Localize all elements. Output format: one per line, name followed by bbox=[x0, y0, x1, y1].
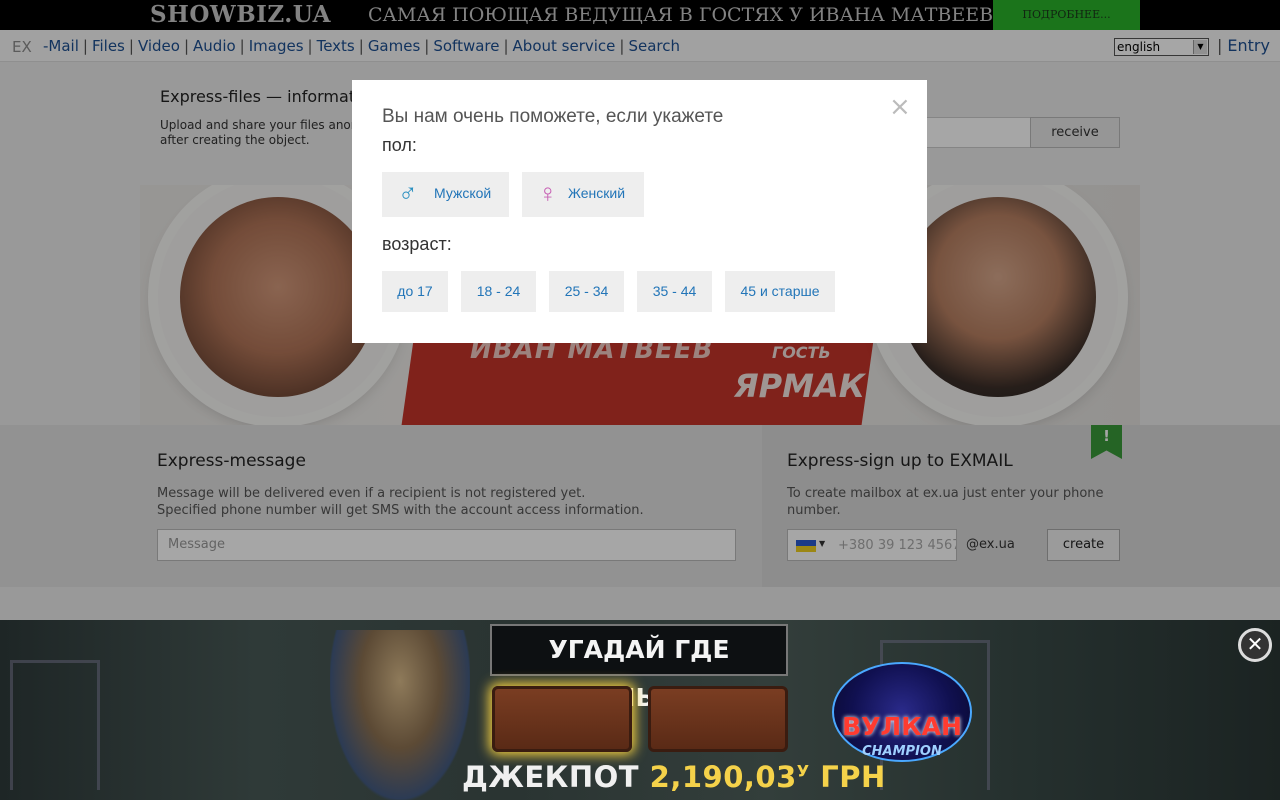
age-label: возраст: bbox=[382, 234, 452, 254]
ad-bunk-left bbox=[10, 660, 100, 790]
ad-suitcase-right[interactable] bbox=[648, 686, 788, 752]
age-18-24-button[interactable]: 18 - 24 bbox=[461, 271, 536, 312]
ad-jackpot-currency: ГРН bbox=[820, 760, 886, 794]
close-ad-icon[interactable]: ✕ bbox=[1238, 628, 1272, 662]
gender-label: пол: bbox=[382, 135, 417, 155]
ad-headline: УГАДАЙ ГДЕ ДЕНЬГИ! bbox=[490, 624, 788, 712]
close-icon[interactable]: × bbox=[889, 94, 911, 120]
ad-suitcase-left[interactable] bbox=[492, 686, 632, 752]
male-icon: ♂ bbox=[398, 178, 418, 208]
ad-jackpot: ДЖЕКПОТ 2,190,03У ГРН bbox=[462, 760, 886, 794]
gender-male-label: Мужской bbox=[434, 185, 492, 201]
survey-modal: × Вы нам очень поможете, если укажете по… bbox=[352, 80, 927, 343]
gender-female-button[interactable]: ♀ Женский bbox=[522, 172, 644, 217]
ad-jackpot-sup: У bbox=[796, 761, 810, 781]
vulkan-logo-text: ВУЛКАН bbox=[842, 712, 962, 741]
ad-jackpot-label: ДЖЕКПОТ bbox=[462, 760, 640, 794]
ad-character bbox=[330, 630, 470, 800]
age-35-44-button[interactable]: 35 - 44 bbox=[637, 271, 712, 312]
vulkan-logo-sub: CHAMPION bbox=[862, 744, 942, 759]
age-25-34-button[interactable]: 25 - 34 bbox=[549, 271, 624, 312]
gender-female-label: Женский bbox=[568, 185, 626, 201]
age-45-plus-button[interactable]: 45 и старше bbox=[725, 271, 835, 312]
bottom-casino-ad[interactable]: УГАДАЙ ГДЕ ДЕНЬГИ! ДЖЕКПОТ 2,190,03У ГРН… bbox=[0, 620, 1280, 800]
gender-male-button[interactable]: ♂ Мужской bbox=[382, 172, 509, 217]
female-icon: ♀ bbox=[538, 178, 558, 208]
ad-jackpot-amount: 2,190,03 bbox=[649, 760, 797, 794]
age-under-17-button[interactable]: до 17 bbox=[382, 271, 448, 312]
survey-question: Вы нам очень поможете, если укажете bbox=[382, 106, 724, 127]
